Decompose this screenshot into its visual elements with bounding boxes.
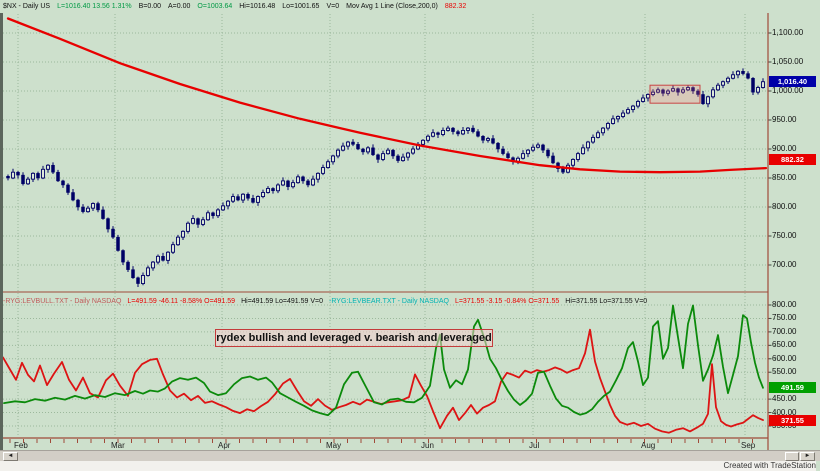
highlight-rectangle[interactable] xyxy=(649,84,701,104)
bid: B=0.00 xyxy=(138,3,162,10)
scroll-right-button[interactable]: ► xyxy=(800,452,815,461)
ask: A=0.00 xyxy=(168,3,191,10)
axis-tick-label: 1,050.00 xyxy=(772,57,804,66)
axis-tick-label: 700.00 xyxy=(772,326,797,336)
axis-tick-label: 1,100.00 xyxy=(772,28,804,37)
axis-tick-label: 800.00 xyxy=(772,202,797,211)
tradestation-chart-window: $NX - Daily US L=1016.40 13.56 1.31% B=0.0… xyxy=(0,0,820,471)
bull-value-badge: 491.59 xyxy=(769,382,816,394)
high: Hi=1016.48 xyxy=(239,3,276,10)
annotation-text: rydex bullish and leveraged v. bearish a… xyxy=(216,332,492,344)
scrollbar-thumb[interactable] xyxy=(785,452,799,461)
bear-symbol: -RYG:LEVBEAR.TXT - Daily NASDAQ xyxy=(329,298,449,305)
ma-value: 882.32 xyxy=(444,3,467,10)
month-label-aug: Aug xyxy=(641,441,656,450)
last-change: L=1016.40 13.56 1.31% xyxy=(57,3,132,10)
month-label-jul: Jul xyxy=(529,441,540,450)
bull-stats2: Hi=491.59 Lo=491.59 V=0 xyxy=(241,298,324,305)
scroll-left-icon: ◄ xyxy=(7,453,14,459)
chart-plot-area[interactable] xyxy=(0,0,820,450)
bull-stats: L=491.59 -46.11 -8.58% O=491.59 xyxy=(127,298,236,305)
bear-stats2: Hi=371.55 Lo=371.55 V=0 xyxy=(565,298,648,305)
axis-tick-label: 800.00 xyxy=(772,300,797,309)
axis-tick-label: 850.00 xyxy=(772,173,797,182)
bear-stats: L=371.55 -3.15 -0.84% O=371.55 xyxy=(454,298,560,305)
month-label-apr: Apr xyxy=(218,441,231,450)
month-label-mar: Mar xyxy=(111,441,125,450)
month-label-sep: Sep xyxy=(741,441,756,450)
axis-tick-label: 450.00 xyxy=(772,394,797,404)
axis-tick-label: 700.00 xyxy=(772,260,797,269)
low: Lo=1001.65 xyxy=(282,3,320,10)
indicator-label: Mov Avg 1 Line (Close,200,0) xyxy=(346,3,438,10)
axis-tick-label: 950.00 xyxy=(772,115,797,124)
axis-tick-label: 900.00 xyxy=(772,144,797,153)
month-label-may: May xyxy=(326,441,342,450)
credit-text: Created with TradeStation xyxy=(723,461,817,470)
credit-bar: Created with TradeStation xyxy=(0,461,816,471)
axis-tick-label: 750.00 xyxy=(772,313,797,323)
month-label-feb: Feb xyxy=(14,441,28,450)
subgraph-header: -RYG:LEVBULL.TXT - Daily NASDAQ L=491.59 … xyxy=(3,296,653,307)
text-annotation-box[interactable]: rydex bullish and leveraged v. bearish a… xyxy=(215,329,493,347)
bear-value-badge: 371.55 xyxy=(769,414,816,426)
horizontal-scrollbar[interactable]: ◄ ► xyxy=(0,450,820,461)
volume: V=0 xyxy=(326,3,340,10)
axis-tick-label: 750.00 xyxy=(772,231,797,240)
month-label-jun: Jun xyxy=(421,441,434,450)
axis-tick-label: 550.00 xyxy=(772,367,797,377)
axis-tick-label: 1,000.00 xyxy=(772,86,804,95)
open: O=1003.64 xyxy=(197,3,233,10)
scroll-right-icon: ► xyxy=(804,453,811,459)
symbol-label: $NX - Daily US xyxy=(3,3,51,10)
ma-value-badge: 882.32 xyxy=(769,153,816,165)
axis-tick-label: 600.00 xyxy=(772,353,797,363)
quote-header: $NX - Daily US L=1016.40 13.56 1.31% B=0.0… xyxy=(3,1,473,12)
axis-tick-label: 650.00 xyxy=(772,340,797,350)
bull-symbol: -RYG:LEVBULL.TXT - Daily NASDAQ xyxy=(3,298,122,305)
last-price-badge: 1,016.40 xyxy=(769,75,816,87)
scroll-left-button[interactable]: ◄ xyxy=(3,452,18,461)
